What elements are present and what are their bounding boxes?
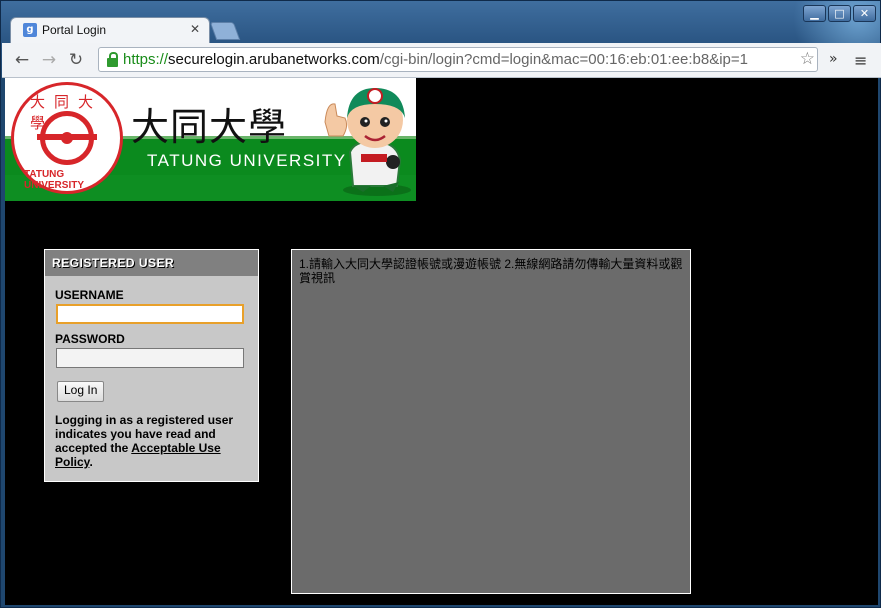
login-panel-title: REGISTERED USER: [52, 256, 175, 270]
mascot-icon: [324, 88, 411, 196]
new-tab-button[interactable]: [209, 22, 241, 40]
url-scheme: https://: [123, 51, 169, 68]
forward-arrow-icon[interactable]: →: [38, 49, 60, 71]
extensions-overflow-icon[interactable]: »: [829, 51, 838, 67]
minimize-button[interactable]: ▁: [803, 5, 826, 22]
seal-emblem: [37, 111, 97, 165]
login-panel: REGISTERED USER USERNAME PASSWORD Log In…: [44, 249, 259, 482]
terms-note-end: .: [89, 455, 93, 469]
bookmark-star-icon[interactable]: ☆: [796, 49, 815, 69]
reload-icon[interactable]: ↻: [65, 49, 87, 71]
log-in-button[interactable]: Log In: [57, 381, 105, 402]
address-bar[interactable]: https://securelogin.arubanetworks.com/cg…: [98, 47, 818, 72]
tab-close-icon[interactable]: ✕: [190, 22, 200, 36]
terms-note: Logging in as a registered user indicate…: [55, 413, 245, 469]
close-window-button[interactable]: ✕: [853, 5, 876, 22]
lock-icon: [107, 52, 118, 67]
university-seal-logo: 大同大學 TATUNG UNIVERSITY: [11, 82, 123, 194]
url-host: securelogin.arubanetworks.com: [168, 51, 380, 68]
maximize-button[interactable]: □: [828, 5, 851, 22]
banner-title: 大同大學: [131, 105, 288, 149]
tab-title: Portal Login: [42, 23, 107, 37]
notice-text: 1.請輸入大同大學認證帳號或漫遊帳號 2.無線網路請勿傳輸大量資料或觀賞視訊: [299, 257, 683, 285]
tab-portal-login[interactable]: g Portal Login ✕: [10, 17, 210, 43]
back-arrow-icon[interactable]: ←: [11, 49, 33, 71]
login-panel-header: REGISTERED USER: [45, 250, 258, 276]
notice-panel: 1.請輸入大同大學認證帳號或漫遊帳號 2.無線網路請勿傳輸大量資料或觀賞視訊: [291, 249, 691, 594]
url-text: https://securelogin.arubanetworks.com/cg…: [123, 51, 748, 68]
password-input[interactable]: [56, 348, 244, 368]
password-label: PASSWORD: [55, 332, 125, 346]
seal-bottom-text: TATUNG UNIVERSITY: [24, 169, 85, 191]
browser-window: g Portal Login ✕ ▁ □ ✕ ← → ↻ https://sec…: [0, 0, 881, 608]
username-label: USERNAME: [55, 288, 124, 302]
browser-menu-icon[interactable]: ≡: [854, 51, 867, 70]
url-path: /cgi-bin/login?cmd=login&mac=00:16:eb:01…: [379, 51, 748, 68]
page-content: 大同大學 TATUNG UNIVERSITY 大同大學 TATUNG UNIVE…: [5, 78, 878, 605]
browser-toolbar: ← → ↻ https://securelogin.arubanetworks.…: [2, 43, 881, 78]
university-banner: 大同大學 TATUNG UNIVERSITY 大同大學 TATUNG UNIVE…: [5, 78, 416, 201]
seal-core: [61, 132, 73, 144]
google-favicon-icon: g: [23, 23, 37, 37]
username-input[interactable]: [56, 304, 244, 324]
